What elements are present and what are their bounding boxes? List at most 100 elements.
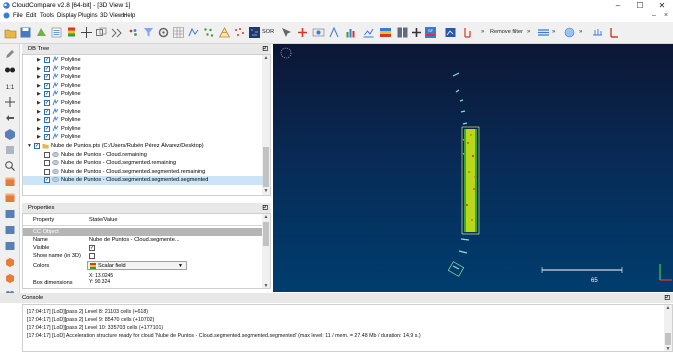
menu-edit[interactable]: Edit: [26, 12, 36, 20]
scalar-field-icon[interactable]: [65, 26, 78, 39]
tree-item[interactable]: Nube de Puntos - Cloud.remaining: [23, 151, 263, 160]
menu-plugins[interactable]: Plugins: [78, 12, 98, 20]
properties-title-bar[interactable]: Properties ◰: [22, 203, 271, 213]
noise-filter-icon[interactable]: [233, 26, 246, 39]
menu-tools[interactable]: Tools: [40, 12, 54, 20]
measure-icon[interactable]: [608, 26, 621, 39]
tree-item-checkbox[interactable]: ✓: [44, 117, 50, 124]
menu-3d-views[interactable]: 3D Views: [100, 12, 125, 20]
tree-item-checkbox[interactable]: ✓: [44, 91, 50, 98]
clone-tool-icon[interactable]: [95, 26, 108, 39]
pivot-icon[interactable]: [328, 26, 341, 39]
toolbar-more-1[interactable]: »: [481, 28, 484, 37]
pencil-icon[interactable]: [4, 48, 16, 60]
tree-item-checkbox[interactable]: [44, 151, 50, 158]
minimize-button[interactable]: –: [607, 0, 629, 11]
db-tree-title-bar[interactable]: DB Tree ◰: [22, 44, 271, 54]
menu-file[interactable]: File: [13, 12, 23, 20]
tree-item-checkbox[interactable]: ✓: [44, 134, 50, 141]
mesh-tool-icon[interactable]: [218, 26, 231, 39]
colors-select[interactable]: Scalar field ▼: [87, 261, 187, 270]
console-log[interactable]: [17:04:17] [LoD][pass 2] Level 8: 21103 …: [22, 304, 673, 352]
color-palette-icon[interactable]: [127, 26, 140, 39]
collapse-arrow-icon[interactable]: ▶: [37, 82, 41, 91]
tree-item-checkbox[interactable]: ✓: [44, 177, 50, 184]
collapse-arrow-icon[interactable]: ▶: [37, 73, 41, 82]
statistics-icon[interactable]: [362, 26, 375, 39]
mdi-close-icon[interactable]: ×: [664, 11, 668, 21]
state-value-column-header[interactable]: State/Value: [89, 217, 118, 223]
grid-icon[interactable]: [172, 26, 185, 39]
maximize-button[interactable]: ☐: [629, 0, 651, 11]
point-cloud-render[interactable]: 65: [273, 44, 673, 292]
toolbar-more-4[interactable]: »: [579, 28, 582, 37]
tree-item-checkbox[interactable]: ✓: [44, 125, 50, 132]
open-file-icon[interactable]: [4, 26, 17, 39]
view-cube-alt-icon[interactable]: [4, 272, 16, 284]
expand-arrow-icon[interactable]: ▼: [27, 142, 32, 151]
toolbar-more-3[interactable]: »: [552, 28, 555, 37]
tree-item[interactable]: ▶ ✓ Polyline: [23, 107, 263, 117]
close-button[interactable]: ✕: [651, 0, 673, 11]
sf-arithmetic-icon[interactable]: SF: [424, 26, 437, 39]
collapse-arrow-icon[interactable]: ▶: [37, 108, 41, 117]
mdi-window-icon[interactable]: [3, 12, 10, 19]
translate-tool-icon[interactable]: [80, 26, 93, 39]
tree-item-checkbox[interactable]: ✓: [44, 57, 50, 63]
add-point-icon[interactable]: [296, 26, 309, 39]
tree-item-checkbox[interactable]: ✓: [44, 100, 50, 106]
merge-tool-icon[interactable]: [110, 26, 123, 39]
console-scroll-down-icon[interactable]: ▼: [664, 346, 672, 351]
scroll-up-icon[interactable]: ▲: [262, 55, 270, 62]
tree-item-checkbox[interactable]: ✓: [34, 143, 40, 149]
name-value-field[interactable]: Nube de Puntos - Cloud.segmente...: [89, 236, 180, 244]
view-back-icon[interactable]: [4, 192, 16, 204]
view-top-icon[interactable]: [4, 144, 16, 156]
db-tree-float-icon[interactable]: ◰: [262, 44, 268, 54]
properties-scrollbar[interactable]: ▲ ▼: [262, 214, 270, 288]
visible-checkbox[interactable]: ✓: [89, 245, 95, 251]
menu-help[interactable]: Help: [123, 12, 135, 20]
pick-point-icon[interactable]: [280, 26, 293, 39]
tree-item-checkbox[interactable]: ✓: [44, 82, 50, 89]
console-scroll-thumb[interactable]: [665, 333, 671, 345]
toolbar-more-2[interactable]: »: [527, 28, 530, 37]
db-tree-scrollbar[interactable]: ▲ ▼: [262, 55, 270, 195]
props-scroll-up-icon[interactable]: ▲: [262, 214, 270, 221]
properties-list-icon[interactable]: [50, 26, 63, 39]
layers-icon[interactable]: [537, 26, 550, 39]
tree-item-checkbox[interactable]: [44, 168, 50, 175]
collapse-arrow-icon[interactable]: ▶: [37, 125, 41, 134]
tree-item[interactable]: ▶ ✓ Polyline: [23, 81, 263, 91]
view-right-icon[interactable]: [4, 224, 16, 236]
view-left-icon[interactable]: [4, 208, 16, 220]
tree-item[interactable]: ▶ ✓ Polyline: [23, 55, 263, 65]
measure-1d-icon[interactable]: 1:1: [4, 80, 16, 92]
collapse-arrow-icon[interactable]: ▶: [37, 65, 41, 74]
histogram-icon[interactable]: [345, 26, 358, 39]
tree-item[interactable]: ▶ ✓ Polyline: [23, 115, 263, 125]
collapse-arrow-icon[interactable]: ▶: [37, 133, 41, 142]
db-tree-scroll-thumb[interactable]: [263, 147, 269, 187]
filter-tool-icon[interactable]: [142, 26, 155, 39]
tree-item-checkbox[interactable]: ✓: [44, 74, 50, 81]
sor-label[interactable]: SOR: [262, 28, 274, 37]
collapse-arrow-icon[interactable]: ▶: [37, 56, 41, 65]
tree-item[interactable]: ▶ ✓ Polyline: [23, 124, 263, 134]
show-name-checkbox[interactable]: [89, 253, 95, 259]
console-scrollbar[interactable]: ▲ ▼: [664, 305, 672, 351]
cross-section-icon[interactable]: [396, 26, 409, 39]
tree-item[interactable]: ▶ ✓ Polyline: [23, 90, 263, 99]
volume-calc-icon[interactable]: [461, 26, 474, 39]
view-sphere-icon[interactable]: [563, 26, 576, 39]
view-bottom-icon[interactable]: [4, 240, 16, 252]
tree-item-checkbox[interactable]: ✓: [44, 65, 50, 72]
save-icon[interactable]: [19, 26, 32, 39]
rasterize-icon[interactable]: [444, 26, 457, 39]
collapse-arrow-icon[interactable]: ▶: [37, 90, 41, 99]
tree-item[interactable]: ▼ ✓ Nube de Puntos.pts (C:/Users/Rubén Pér…: [23, 142, 263, 151]
view-cube-icon[interactable]: [4, 256, 16, 268]
tree-item[interactable]: ✓ Nube de Puntos - Cloud.segmented.segmen…: [23, 176, 263, 185]
glasses-icon[interactable]: [4, 64, 16, 76]
props-scroll-down-icon[interactable]: ▼: [262, 283, 270, 288]
